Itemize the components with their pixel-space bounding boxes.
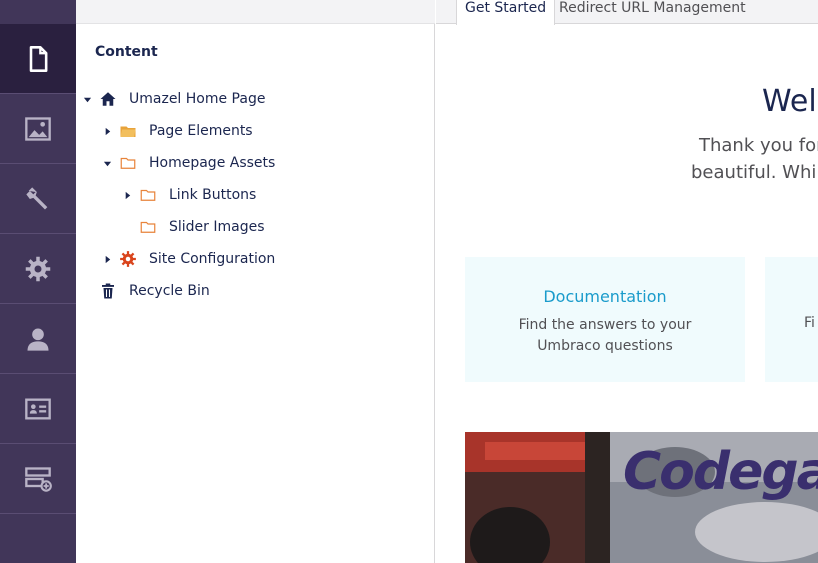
tree-node-label: Page Elements [149,123,253,139]
dashboard-main: Get Started Redirect URL Management Welc… [436,0,818,563]
folder-outline-icon [138,217,158,237]
tree-node-link-buttons[interactable]: Link Buttons [122,184,256,206]
tree-header-bar [76,0,435,24]
documentation-card[interactable]: Documentation Find the answers to your U… [465,257,745,382]
wrench-icon [26,186,48,209]
cog-red-icon [118,249,138,269]
tree-node-home[interactable]: Umazel Home Page [82,88,265,110]
forms-add-icon [25,466,52,492]
tab-redirect-url-management[interactable]: Redirect URL Management [551,0,754,24]
document-icon [29,45,48,72]
section-media[interactable] [0,94,76,164]
user-icon [27,328,49,351]
section-forms[interactable] [0,444,76,514]
card-text: Find the answers to your Umbraco questio… [518,317,692,354]
tree-title: Content [95,44,158,60]
tree-node-homepage-assets[interactable]: Homepage Assets [102,152,275,174]
section-content[interactable] [0,24,76,94]
tree-node-recycle-bin[interactable]: Recycle Bin [82,280,210,302]
tree-node-label: Slider Images [169,219,265,235]
tree-node-page-elements[interactable]: Page Elements [102,120,253,142]
tree-node-label: Homepage Assets [149,155,276,171]
tree-node-label: Umazel Home Page [129,91,266,107]
tree-node-label: Recycle Bin [129,283,210,299]
codegarden-logo-text: Codegarden [623,442,818,502]
welcome-heading: Welc [762,84,818,119]
card-title[interactable]: Documentation [465,287,745,306]
tree-node-label: Link Buttons [169,187,257,203]
content-tree-panel: Content Umazel Home Page Page Elements H… [76,0,435,563]
umbraco-backoffice: Content Umazel Home Page Page Elements H… [0,0,818,563]
tree-node-slider-images[interactable]: Slider Images [122,216,265,238]
folder-filled-icon [118,121,138,141]
second-card[interactable]: Fi [765,257,818,382]
codegarden-photo: Codegarden [465,432,818,563]
caret-down-icon[interactable] [82,94,92,104]
section-settings[interactable] [0,164,76,234]
section-members[interactable] [0,374,76,444]
caret-right-icon[interactable] [102,126,112,136]
trash-icon [98,281,118,301]
folder-outline-icon [118,153,138,173]
section-developer[interactable] [0,234,76,304]
folder-outline-icon [138,185,158,205]
tree-node-site-configuration[interactable]: Site Configuration [102,248,275,270]
intro-line-1: Thank you for [699,135,818,156]
home-icon [98,89,118,109]
caret-right-icon[interactable] [102,254,112,264]
image-icon [25,116,51,141]
card-text: Fi [804,315,815,331]
id-card-icon [25,398,51,419]
dashboard-tabs: Get Started Redirect URL Management [436,0,818,25]
tree-node-label: Site Configuration [149,251,276,267]
intro-line-2: beautiful. While [691,162,818,183]
tab-get-started[interactable]: Get Started [456,0,556,25]
caret-right-icon[interactable] [122,190,132,200]
section-users[interactable] [0,304,76,374]
caret-down-icon[interactable] [102,158,112,168]
gear-icon [25,256,51,281]
section-nav [0,0,76,563]
